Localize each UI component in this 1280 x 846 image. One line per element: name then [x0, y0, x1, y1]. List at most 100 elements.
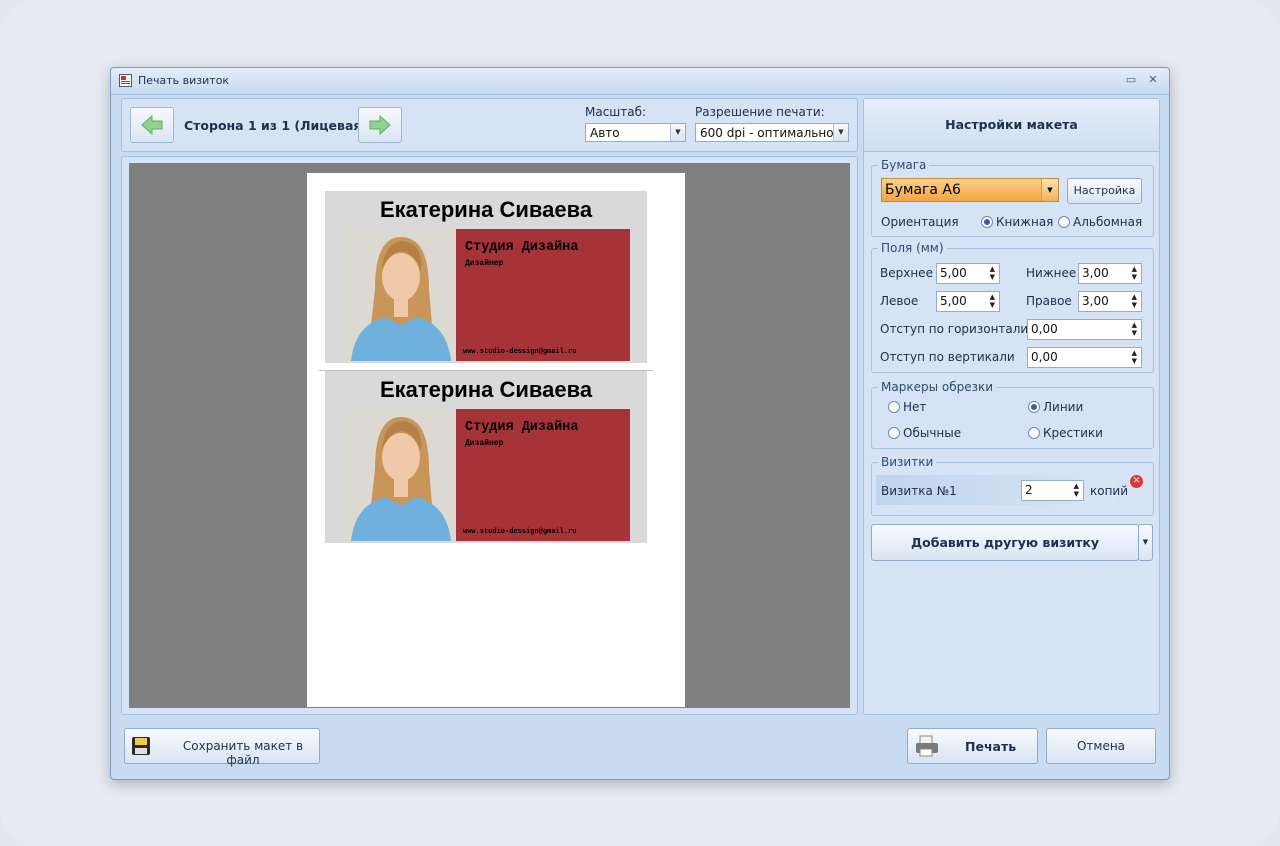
vgap-label: Отступ по вертикали [880, 350, 1015, 364]
card-studio: Студия Дизайна [465, 420, 579, 435]
card-info-block: Студия Дизайна Дизайнер www.studio-dessi… [456, 229, 630, 361]
margin-left-input[interactable]: 5,00 ▲ ▼ [936, 291, 1000, 312]
resolution-label: Разрешение печати: [695, 105, 825, 119]
margin-top-value: 5,00 [940, 266, 967, 280]
window-title: Печать визиток [138, 74, 230, 87]
margins-group: Поля (мм) Верхнее 5,00 ▲ ▼ Нижнее 3,00 ▲ ▼… [871, 241, 1154, 373]
margin-bottom-value: 3,00 [1082, 266, 1109, 280]
app-icon [119, 74, 132, 87]
orientation-portrait-radio[interactable] [981, 216, 993, 228]
floppy-disk-icon [132, 737, 150, 755]
side-indicator: Сторона 1 из 1 (Лицевая) [184, 118, 368, 133]
arrow-left-icon [141, 114, 163, 136]
spinner-arrows-icon[interactable]: ▲ ▼ [1132, 349, 1137, 365]
crop-none-label: Нет [903, 400, 927, 414]
spinner-arrows-icon[interactable]: ▲ ▼ [1132, 321, 1137, 337]
copies-input[interactable]: 2 ▲ ▼ [1021, 480, 1084, 501]
spinner-arrows-icon[interactable]: ▲ ▼ [1132, 293, 1137, 309]
scale-label: Масштаб: [585, 105, 647, 119]
crop-marks-group-title: Маркеры обрезки [878, 380, 997, 394]
card-studio: Студия Дизайна [465, 240, 579, 255]
print-cards-dialog: Печать визиток ▭ ✕ Сторона 1 из 1 (Лицев… [110, 67, 1170, 780]
add-card-button[interactable]: Добавить другую визитку [871, 524, 1139, 561]
margin-right-label: Правое [1026, 294, 1072, 308]
prev-side-button[interactable] [130, 107, 174, 143]
paper-select[interactable]: Бумага А6 ▼ [881, 178, 1059, 202]
orientation-landscape-radio[interactable] [1058, 216, 1070, 228]
remove-card-icon[interactable]: ✕ [1130, 475, 1143, 488]
paper-group-title: Бумага [878, 158, 930, 172]
save-layout-button[interactable]: Сохранить макет в файл [124, 728, 320, 767]
preview-canvas[interactable]: Екатерина Сиваева Студия Дизайна Дизайне… [129, 163, 850, 708]
orientation-landscape-label: Альбомная [1073, 215, 1143, 229]
margin-left-label: Левое [880, 294, 919, 308]
add-card-dropdown[interactable]: ▼ [1138, 524, 1153, 561]
crop-marks-group: Маркеры обрезки Нет Линии Обычные Крести… [871, 380, 1154, 449]
scale-select[interactable]: Авто ▼ [585, 123, 686, 142]
title-bar: Печать визиток ▭ ✕ [111, 68, 1169, 95]
hgap-label: Отступ по горизонтали [880, 322, 1029, 336]
margin-top-label: Верхнее [880, 266, 933, 280]
hgap-input[interactable]: 0,00 ▲ ▼ [1027, 319, 1142, 340]
save-layout-label: Сохранить макет в файл [182, 739, 304, 767]
next-side-button[interactable] [358, 107, 402, 143]
vgap-value: 0,00 [1031, 350, 1058, 364]
layout-settings-panel: Настройки макета Бумага Бумага А6 ▼ Наст… [863, 98, 1160, 715]
portrait-photo [345, 409, 456, 541]
resolution-value: 600 dpi - оптимальное [700, 126, 841, 140]
crop-none-radio[interactable] [888, 401, 900, 413]
margin-bottom-input[interactable]: 3,00 ▲ ▼ [1078, 263, 1142, 284]
orientation-portrait-label: Книжная [996, 215, 1054, 229]
margin-bottom-label: Нижнее [1026, 266, 1077, 280]
crop-crosses-radio[interactable] [1028, 427, 1040, 439]
copies-label: копий [1090, 484, 1129, 498]
resolution-select[interactable]: 600 dpi - оптимальное ▼ [695, 123, 849, 142]
card-info-block: Студия Дизайна Дизайнер www.studio-dessi… [456, 409, 630, 541]
arrow-right-icon [369, 114, 391, 136]
card-name: Екатерина Сиваева [379, 197, 593, 222]
settings-header: Настройки макета [864, 99, 1159, 152]
margin-right-input[interactable]: 3,00 ▲ ▼ [1078, 291, 1142, 312]
business-card: Екатерина Сиваева Студия Дизайна Дизайне… [325, 191, 647, 363]
close-icon[interactable]: ✕ [1145, 72, 1161, 88]
minimize-icon[interactable]: ▭ [1123, 72, 1139, 88]
hgap-value: 0,00 [1031, 322, 1058, 336]
card-website: www.studio-dessign@gmail.ru [463, 528, 577, 536]
card-website: www.studio-dessign@gmail.ru [463, 348, 577, 356]
print-label: Печать [965, 739, 1017, 754]
cards-group-title: Визитки [878, 455, 937, 469]
paper-sheet: Екатерина Сиваева Студия Дизайна Дизайне… [307, 173, 685, 707]
card-list-item[interactable]: Визитка №1 2 ▲ ▼ копий [876, 475, 1128, 505]
print-button[interactable]: Печать [907, 728, 1038, 764]
card-role: Дизайнер [465, 259, 504, 268]
margin-top-input[interactable]: 5,00 ▲ ▼ [936, 263, 1000, 284]
paper-value: Бумага А6 [885, 182, 961, 198]
chevron-down-icon: ▼ [1142, 538, 1149, 546]
chevron-down-icon: ▼ [833, 124, 848, 141]
crop-lines-radio[interactable] [1028, 401, 1040, 413]
spinner-arrows-icon[interactable]: ▲ ▼ [990, 293, 995, 309]
chevron-down-icon: ▼ [670, 124, 685, 141]
preview-toolbar: Сторона 1 из 1 (Лицевая) Масштаб: Авто ▼… [121, 98, 858, 152]
scale-value: Авто [590, 126, 620, 140]
cancel-button[interactable]: Отмена [1046, 728, 1156, 764]
printer-icon [916, 735, 938, 757]
margins-group-title: Поля (мм) [878, 241, 947, 255]
copies-value: 2 [1025, 483, 1033, 497]
spinner-arrows-icon[interactable]: ▲ ▼ [990, 265, 995, 281]
portrait-photo [345, 229, 456, 361]
paper-setup-button[interactable]: Настройка [1067, 178, 1142, 204]
card-item-name: Визитка №1 [881, 484, 957, 498]
crop-lines-label: Линии [1043, 400, 1084, 414]
preview-panel: Екатерина Сиваева Студия Дизайна Дизайне… [121, 156, 858, 715]
card-role: Дизайнер [465, 439, 504, 448]
cards-group: Визитки Визитка №1 2 ▲ ▼ копий ✕ [871, 455, 1154, 516]
crop-crosses-label: Крестики [1043, 426, 1103, 440]
crop-normal-radio[interactable] [888, 427, 900, 439]
margin-left-value: 5,00 [940, 294, 967, 308]
paper-group: Бумага Бумага А6 ▼ Настройка Ориентация … [871, 158, 1154, 237]
spinner-arrows-icon[interactable]: ▲ ▼ [1132, 265, 1137, 281]
chevron-down-icon: ▼ [1041, 179, 1058, 201]
spinner-arrows-icon[interactable]: ▲ ▼ [1074, 482, 1079, 498]
vgap-input[interactable]: 0,00 ▲ ▼ [1027, 347, 1142, 368]
